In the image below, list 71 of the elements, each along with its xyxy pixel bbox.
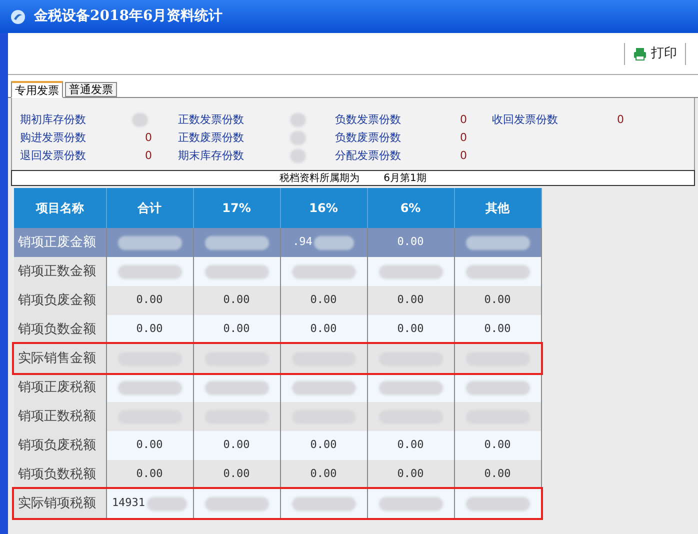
table-row[interactable]: 销项负废金额 0.00 0.00 0.00 0.00 0.00	[14, 286, 541, 315]
stat-label: 负数发票份数	[334, 112, 402, 128]
period-value: 6月第1期	[384, 172, 426, 186]
cell-value: 14931	[112, 495, 146, 512]
cell-value: 0.00	[397, 234, 424, 250]
tab[interactable]: 专用发票	[11, 81, 63, 98]
cell-value: 0.00	[484, 437, 511, 454]
stat-value: 0	[144, 130, 152, 146]
cell-value: 0.00	[484, 466, 511, 482]
cell-value: 0.00	[397, 321, 424, 338]
stat-value: 0	[616, 112, 624, 128]
cell-value: 0.00	[310, 321, 337, 338]
tab[interactable]: 普通发票	[65, 82, 117, 97]
stat-value: 0	[144, 148, 152, 164]
table-row[interactable]: 销项正数税额	[14, 402, 541, 431]
stat-value: 0	[459, 112, 467, 128]
stat-label: 负数废票份数	[334, 130, 402, 146]
cell-value: 0.00	[310, 466, 337, 482]
cell-value: 0.00	[223, 321, 250, 338]
table-row[interactable]: 实际销项税额 14931	[14, 489, 541, 518]
row-label: 销项正废税额	[14, 373, 106, 402]
cell-value: 0.00	[136, 466, 163, 482]
stat-label: 分配发票份数	[334, 148, 402, 164]
row-label: 实际销售金额	[14, 344, 106, 373]
column-header: 其他	[454, 188, 541, 228]
stat-value: 0	[459, 130, 467, 146]
row-label: 销项负数税额	[14, 460, 106, 489]
stat-label: 正数废票份数	[177, 130, 245, 146]
stat-label: 期初库存份数	[19, 112, 87, 128]
app-icon	[10, 8, 26, 24]
cell-value: 0.00	[223, 437, 250, 454]
cell-value: 0.00	[397, 437, 424, 454]
window-title: 金税设备2018年6月资料统计	[34, 7, 223, 26]
printer-icon	[633, 46, 647, 60]
stat-label: 购进发票份数	[19, 130, 87, 146]
print-button[interactable]: 打印	[633, 44, 677, 64]
cell-value: 0.00	[136, 437, 163, 454]
table-row[interactable]: 销项正数金额	[14, 257, 541, 286]
stat-label: 正数发票份数	[177, 112, 245, 128]
column-header: 6%	[367, 188, 454, 228]
row-label: 实际销项税额	[14, 489, 106, 518]
cell-value: 0.00	[310, 437, 337, 454]
cell-value: 0.00	[310, 292, 337, 308]
stat-label: 收回发票份数	[491, 112, 559, 128]
stat-value: 0	[459, 148, 467, 164]
cell-value: .94	[292, 234, 312, 250]
cell-value: 0.00	[223, 466, 250, 482]
table-row[interactable]: 实际销售金额	[14, 344, 541, 373]
table-row[interactable]: 销项负数金额 0.00 0.00 0.00 0.00 0.00	[14, 315, 541, 344]
cell-value: 0.00	[397, 292, 424, 308]
stat-label: 退回发票份数	[19, 148, 87, 164]
row-label: 销项正数金额	[14, 257, 106, 286]
row-label: 销项负数金额	[14, 315, 106, 344]
column-header: 项目名称	[14, 188, 106, 228]
table-row[interactable]: 销项负废税额 0.00 0.00 0.00 0.00 0.00	[14, 431, 541, 460]
column-header: 16%	[280, 188, 367, 228]
cell-value: 0.00	[484, 292, 511, 308]
table-row[interactable]: 销项负数税额 0.00 0.00 0.00 0.00 0.00	[14, 460, 541, 489]
cell-value: 0.00	[136, 321, 163, 338]
period-label: 税档资料所属期为	[280, 172, 360, 186]
cell-value: 0.00	[223, 292, 250, 308]
column-header: 17%	[193, 188, 280, 228]
cell-value: 0.00	[136, 292, 163, 308]
column-header: 合计	[106, 188, 193, 228]
row-label: 销项正数税额	[14, 402, 106, 431]
cell-value: 0.00	[397, 466, 424, 482]
table-row[interactable]: 销项正废税额	[14, 373, 541, 402]
row-label: 销项负废金额	[14, 286, 106, 315]
row-label: 销项负废税额	[14, 431, 106, 460]
cell-value: 0.00	[484, 321, 511, 338]
stat-label: 期末库存份数	[177, 148, 245, 164]
